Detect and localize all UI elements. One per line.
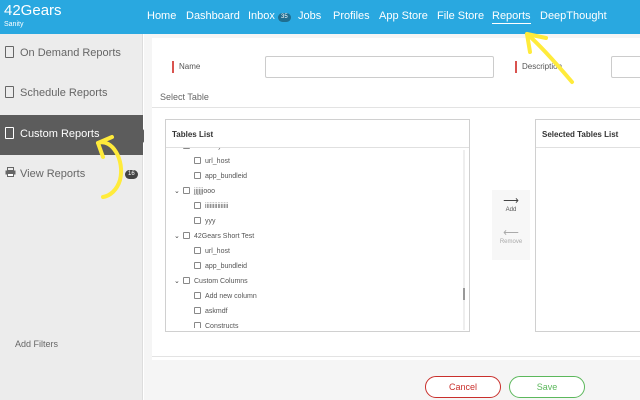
cancel-button[interactable]: Cancel: [425, 376, 501, 398]
chevron-down-icon[interactable]: ⌄: [174, 148, 183, 152]
tree-checkbox[interactable]: [194, 262, 201, 269]
tree-column-node[interactable]: yyy: [194, 217, 216, 227]
divider: [152, 356, 640, 357]
add-filters-link[interactable]: Add Filters: [15, 339, 58, 349]
tree-checkbox[interactable]: [194, 157, 201, 164]
tree-column-node[interactable]: iiiiiiiiiiiiiii: [194, 202, 228, 212]
nav-inbox-label: Inbox: [248, 10, 275, 22]
name-label: Name: [172, 61, 200, 73]
brand-name: 42Gears: [4, 2, 62, 19]
tree-node-label: jjjjjjooo: [194, 188, 216, 195]
arrow-right-icon: ⟶: [503, 195, 519, 207]
tree-node-label: iiiiiiiiiiiiiii: [205, 203, 229, 210]
divider: [152, 107, 640, 108]
printer-icon: [5, 167, 16, 181]
add-table-button[interactable]: ⟶ Add: [492, 195, 530, 214]
tree-column-node[interactable]: app_bundleid: [194, 262, 247, 272]
chevron-down-icon[interactable]: ⌄: [174, 232, 183, 242]
tree-checkbox[interactable]: [194, 322, 201, 328]
table-transfer-controls: ⟶ Add ⟵ Remove: [492, 190, 530, 260]
sidebar-item-label: On Demand Reports: [20, 47, 121, 59]
tree-node-label: Add new column: [205, 293, 257, 300]
tables-list-box: Tables List ⌄ ios analytics url_host app_bu…: [165, 119, 470, 332]
sidebar-item-label: Custom Reports: [20, 128, 100, 140]
tree-table-node[interactable]: ⌄ jjjjjjooo: [174, 187, 215, 197]
nav-home[interactable]: Home: [147, 9, 176, 23]
select-table-title: Select Table: [160, 92, 209, 102]
sidebar-item-custom-reports[interactable]: Custom Reports: [0, 115, 148, 155]
nav-file-store[interactable]: File Store: [437, 9, 484, 23]
tree-checkbox[interactable]: [183, 148, 190, 149]
tree-column-node[interactable]: askmdf: [194, 307, 228, 317]
tree-node-label: url_host: [205, 248, 230, 255]
tree-column-node[interactable]: url_host: [194, 247, 230, 257]
top-navigation-bar: 42Gears Sanity Home Dashboard Inbox 35 J…: [0, 0, 640, 34]
arrow-left-icon: ⟵: [503, 227, 519, 239]
nav-jobs[interactable]: Jobs: [298, 9, 321, 23]
tree-node-label: app_bundleid: [205, 173, 248, 180]
tree-column-node[interactable]: Constructs: [194, 322, 238, 328]
name-input[interactable]: [265, 56, 494, 78]
sidebar-item-label: Schedule Reports: [20, 87, 108, 99]
brand-subtitle: Sanity: [4, 21, 24, 28]
tree-node-label: 42Gears Short Test: [194, 233, 255, 240]
tables-list-scrollbar[interactable]: [463, 150, 465, 330]
view-reports-count-badge: 16: [125, 170, 138, 179]
description-label: Description: [515, 61, 562, 73]
document-icon: [5, 46, 16, 60]
nav-deepthought[interactable]: DeepThought: [540, 9, 607, 23]
tree-table-node[interactable]: ⌄ 42Gears Short Test: [174, 232, 254, 242]
tree-node-label: app_bundleid: [205, 263, 248, 270]
remove-table-button[interactable]: ⟵ Remove: [492, 227, 530, 246]
sidebar-item-schedule-reports[interactable]: Schedule Reports: [0, 74, 143, 114]
inbox-count-badge: 35: [277, 13, 291, 22]
tree-checkbox[interactable]: [183, 187, 190, 194]
tree-checkbox[interactable]: [194, 172, 201, 179]
tree-checkbox[interactable]: [183, 277, 190, 284]
sidebar-item-label: View Reports: [20, 168, 86, 180]
tree-node-label: Custom Columns: [194, 278, 248, 285]
sidebar-item-view-reports[interactable]: View Reports: [0, 155, 143, 195]
sidebar-item-on-demand-reports[interactable]: On Demand Reports: [0, 34, 143, 74]
tree-node-label: url_host: [205, 158, 230, 165]
chevron-down-icon[interactable]: ⌄: [174, 187, 183, 197]
chevron-down-icon[interactable]: ⌄: [174, 277, 183, 287]
description-input[interactable]: [611, 56, 640, 78]
tree-node-label: Constructs: [205, 323, 239, 328]
custom-report-form: Name Description Select Table Tables Lis…: [144, 34, 640, 400]
nav-dashboard[interactable]: Dashboard: [186, 9, 240, 23]
tree-checkbox[interactable]: [194, 247, 201, 254]
tree-checkbox[interactable]: [194, 307, 201, 314]
tree-node-label: askmdf: [205, 308, 228, 315]
nav-reports[interactable]: Reports: [492, 9, 531, 24]
tree-checkbox[interactable]: [194, 292, 201, 299]
tree-checkbox[interactable]: [183, 232, 190, 239]
add-label: Add: [505, 207, 517, 213]
document-icon: [5, 86, 16, 100]
selected-tables-box: Selected Tables List: [535, 119, 640, 332]
tree-checkbox[interactable]: [194, 217, 201, 224]
nav-profiles[interactable]: Profiles: [333, 9, 370, 23]
form-panel: Name Description Select Table Tables Lis…: [152, 38, 640, 360]
divider: [536, 147, 640, 148]
tree-table-node[interactable]: ⌄ ios analytics: [174, 148, 232, 152]
tree-column-node[interactable]: Add new column: [194, 292, 257, 302]
tree-table-node[interactable]: ⌄ Custom Columns: [174, 277, 248, 287]
tree-column-node[interactable]: url_host: [194, 157, 230, 167]
tables-tree: ⌄ ios analytics url_host app_bundleid ⌄ jjjjj…: [166, 148, 462, 328]
tree-node-label: ios analytics: [194, 148, 232, 150]
save-button[interactable]: Save: [509, 376, 585, 398]
document-icon: [5, 127, 16, 141]
remove-label: Remove: [499, 239, 523, 245]
tree-checkbox[interactable]: [194, 202, 201, 209]
scrollbar-thumb[interactable]: [463, 288, 465, 300]
brand-logo[interactable]: 42Gears Sanity: [4, 2, 62, 29]
nav-app-store[interactable]: App Store: [379, 9, 428, 23]
tables-list-title: Tables List: [172, 130, 214, 139]
tree-column-node[interactable]: app_bundleid: [194, 172, 247, 182]
nav-inbox[interactable]: Inbox 35: [248, 9, 291, 23]
selected-tables-title: Selected Tables List: [542, 130, 619, 139]
tree-node-label: yyy: [205, 218, 216, 225]
